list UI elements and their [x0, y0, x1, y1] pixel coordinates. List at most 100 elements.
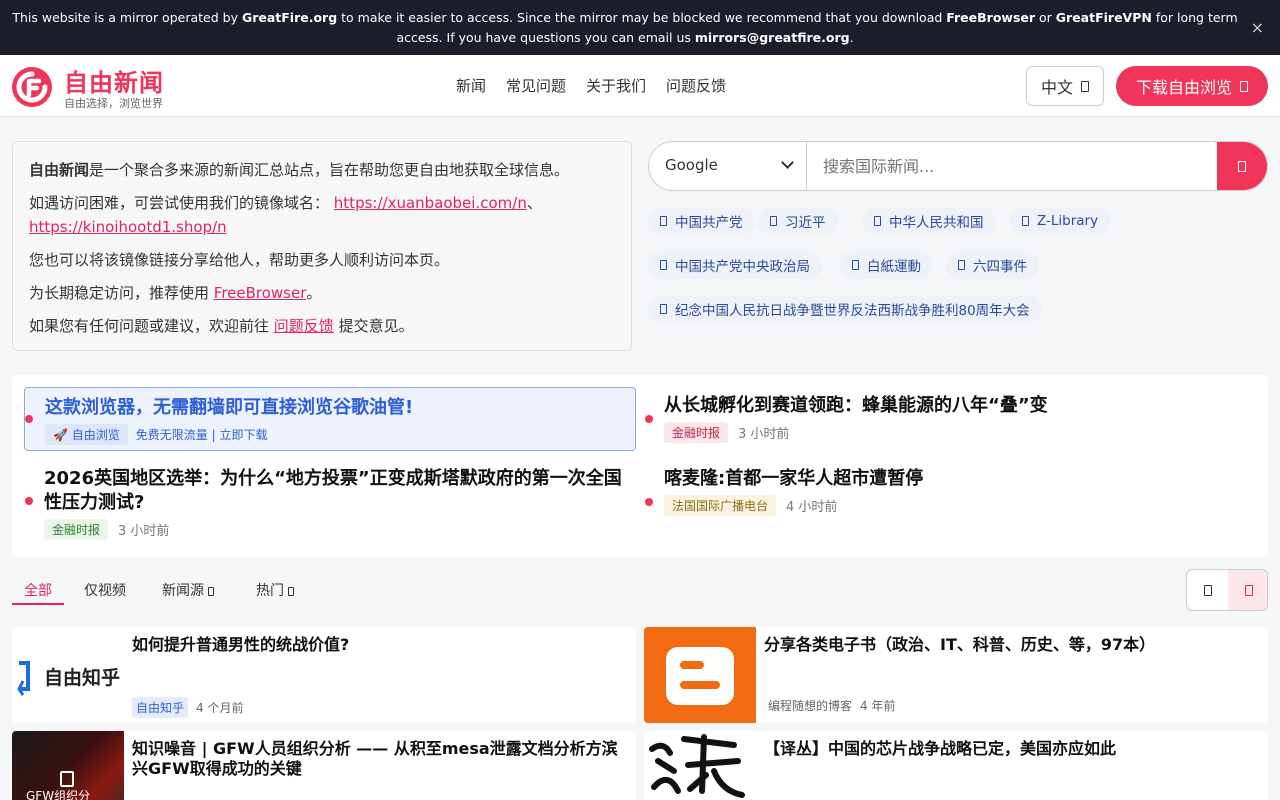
chevron-down-icon: [781, 156, 794, 169]
calligraphy-thumbnail: [644, 731, 756, 800]
article-card[interactable]: GFW组织分 知识噪音 | GFW人员组织分析 —— 从积至mesa泄露文档分析…: [12, 731, 636, 800]
thumbnail-text: 自由知乎: [44, 667, 121, 689]
tag-icon: [660, 304, 667, 314]
search-engine-label: Google: [665, 156, 718, 174]
tag-item[interactable]: 中国共产党中央政治局: [648, 251, 822, 279]
tag-label: 中国共产党: [675, 215, 743, 231]
bullet-dot: [645, 498, 653, 506]
tag-label: 中华人民共和国: [889, 215, 984, 231]
article-title[interactable]: 分享各类电子书（政治、IT、科普、历史、等，97本）: [764, 635, 1260, 655]
news-title[interactable]: 喀麦隆:首都一家华人超市遭暂停: [664, 467, 1254, 491]
search-engine-select[interactable]: Google: [649, 142, 807, 190]
video-icon: [60, 771, 74, 787]
notice-email: mirrors@greatfire.org: [694, 30, 850, 45]
time-ago: 4 年前: [860, 699, 896, 713]
intro-text: 如果您有任何问题或建议，欢迎前往: [29, 317, 274, 335]
bullet-dot: [25, 497, 33, 505]
intro-text: 、: [526, 194, 542, 212]
intro-text: 提交意见。: [333, 317, 414, 335]
tag-label: Z-Library: [1037, 213, 1099, 229]
time-ago: 4 小时前: [786, 500, 838, 515]
tag-icon: [852, 260, 859, 270]
mirror-link-1[interactable]: https://xuanbaobei.com/n: [334, 194, 527, 212]
notice-text: .: [849, 30, 854, 45]
article-card[interactable]: 【译丛】中国的芯片战争战略已定，美国亦应如此: [644, 731, 1268, 800]
download-button[interactable]: 下载自由浏览: [1116, 66, 1268, 106]
news-item[interactable]: 2026英国地区选举：为什么“地方投票”正变成斯塔默政府的第一次全国性压力测试?…: [44, 467, 634, 540]
tag-icon: [874, 216, 881, 226]
tab-news-source[interactable]: 新闻源: [162, 576, 215, 600]
notice-greatfire: GreatFire.org: [241, 10, 338, 25]
source-badge: 自由知乎: [132, 697, 189, 718]
search-input[interactable]: [809, 142, 1217, 190]
chevron-down-icon: [208, 586, 215, 596]
notice-greatfirevpn: GreatFireVPN: [1055, 10, 1152, 25]
time-ago: 3 小时前: [738, 427, 790, 442]
tag-item[interactable]: 纪念中国人民抗日战争暨世界反法西斯战争胜利80周年大会: [648, 295, 1042, 323]
ad-title: 这款浏览器，无需翻墙即可直接浏览谷歌油管!: [45, 397, 414, 418]
source-badge: 法国国际广播电台: [664, 495, 777, 516]
search-bar: Google: [648, 141, 1268, 191]
grid-view-button[interactable]: [1228, 570, 1267, 610]
intro-paragraph: 如果您有任何问题或建议，欢迎前往 问题反馈 提交意见。: [29, 314, 615, 338]
bullet-dot: [25, 415, 33, 423]
freebrowser-link[interactable]: FreeBrowser: [214, 284, 307, 302]
tag-item[interactable]: 中华人民共和国: [862, 207, 996, 235]
tab-video-only[interactable]: 仅视频: [84, 576, 126, 600]
browser-ad[interactable]: 这款浏览器，无需翻墙即可直接浏览谷歌油管! 🚀 自由浏览 免费无限流量 | 立即…: [24, 387, 636, 451]
list-view-button[interactable]: [1187, 570, 1228, 610]
intro-text: 是一个聚合多来源的新闻汇总站点，旨在帮助您更自由地获取全球信息。: [89, 161, 570, 179]
intro-box: 自由新闻是一个聚合多来源的新闻汇总站点，旨在帮助您更自由地获取全球信息。 如遇访…: [12, 141, 632, 351]
tag-item[interactable]: Z-Library: [1010, 207, 1111, 235]
tab-all[interactable]: 全部: [12, 576, 64, 605]
tag-label: 六四事件: [973, 259, 1027, 275]
tag-item[interactable]: 白紙運動: [840, 251, 933, 279]
brand-tagline: 自由选择，浏览世界: [64, 97, 163, 110]
article-title[interactable]: 【译丛】中国的芯片战争战略已定，美国亦应如此: [764, 739, 1260, 759]
tag-item[interactable]: 习近平: [758, 207, 838, 235]
feedback-link[interactable]: 问题反馈: [274, 317, 334, 335]
tag-item[interactable]: 中国共产党: [648, 207, 755, 235]
mirror-link-2[interactable]: https://kinoihootd1.shop/n: [29, 218, 227, 236]
nav-feedback[interactable]: 问题反馈: [666, 75, 726, 96]
notice-freebrowser: FreeBrowser: [946, 10, 1036, 25]
news-item[interactable]: 喀麦隆:首都一家华人超市遭暂停 法国国际广播电台 4 小时前: [664, 467, 1254, 516]
chevron-down-icon: [1081, 80, 1089, 92]
nav-faq[interactable]: 常见问题: [506, 75, 566, 96]
blogger-icon: [666, 647, 734, 705]
tag-icon: [660, 216, 667, 226]
source-badge: 金融时报: [44, 519, 109, 540]
bullet-dot: [645, 415, 653, 423]
notice-text: or: [1035, 10, 1056, 25]
brand-name[interactable]: 自由新闻: [64, 63, 164, 98]
article-card[interactable]: 分享各类电子书（政治、IT、科普、历史、等，97本） 编程随想的博客 4 年前: [644, 627, 1268, 723]
ad-subtext: 免费无限流量 | 立即下载: [135, 428, 268, 442]
tag-item[interactable]: 六四事件: [946, 251, 1039, 279]
intro-text: 如遇访问困难，可尝试使用我们的镜像域名：: [29, 194, 330, 212]
article-title[interactable]: 知识噪音 | GFW人员组织分析 —— 从积至mesa泄露文档分析方滨兴GFW取…: [132, 739, 628, 779]
search-icon: [1238, 160, 1246, 172]
tag-icon: [958, 260, 965, 270]
tab-hot[interactable]: 热门: [256, 576, 295, 600]
intro-text: 为长期稳定访问，推荐使用: [29, 284, 214, 302]
tab-label: 热门: [256, 583, 284, 599]
mirror-notice-banner: This website is a mirror operated by Gre…: [0, 0, 1280, 55]
zhihu-logo-thumbnail: 自由知乎: [12, 627, 124, 723]
tag-label: 纪念中国人民抗日战争暨世界反法西斯战争胜利80周年大会: [675, 303, 1030, 319]
language-selector[interactable]: 中文: [1026, 66, 1104, 106]
close-icon[interactable]: ×: [1251, 18, 1264, 38]
news-item[interactable]: 从长城孵化到赛道领跑：蜂巢能源的八年“叠”变 金融时报 3 小时前: [664, 394, 1254, 443]
news-title[interactable]: 2026英国地区选举：为什么“地方投票”正变成斯塔默政府的第一次全国性压力测试?: [44, 467, 634, 515]
article-card[interactable]: 自由知乎 如何提升普通男性的统战价值? 自由知乎 4 个月前: [12, 627, 636, 723]
logo-icon[interactable]: [12, 67, 52, 107]
nav-news[interactable]: 新闻: [456, 75, 486, 96]
source-label: 编程随想的博客: [768, 699, 853, 713]
search-button[interactable]: [1217, 142, 1267, 190]
news-title[interactable]: 从长城孵化到赛道领跑：蜂巢能源的八年“叠”变: [664, 394, 1254, 418]
intro-text: 。: [306, 284, 322, 302]
article-title[interactable]: 如何提升普通男性的统战价值?: [132, 635, 628, 655]
time-ago: 4 个月前: [196, 701, 244, 715]
nav-about[interactable]: 关于我们: [586, 75, 646, 96]
intro-paragraph: 自由新闻是一个聚合多来源的新闻汇总站点，旨在帮助您更自由地获取全球信息。: [29, 158, 615, 182]
download-label: 下载自由浏览: [1135, 78, 1232, 97]
